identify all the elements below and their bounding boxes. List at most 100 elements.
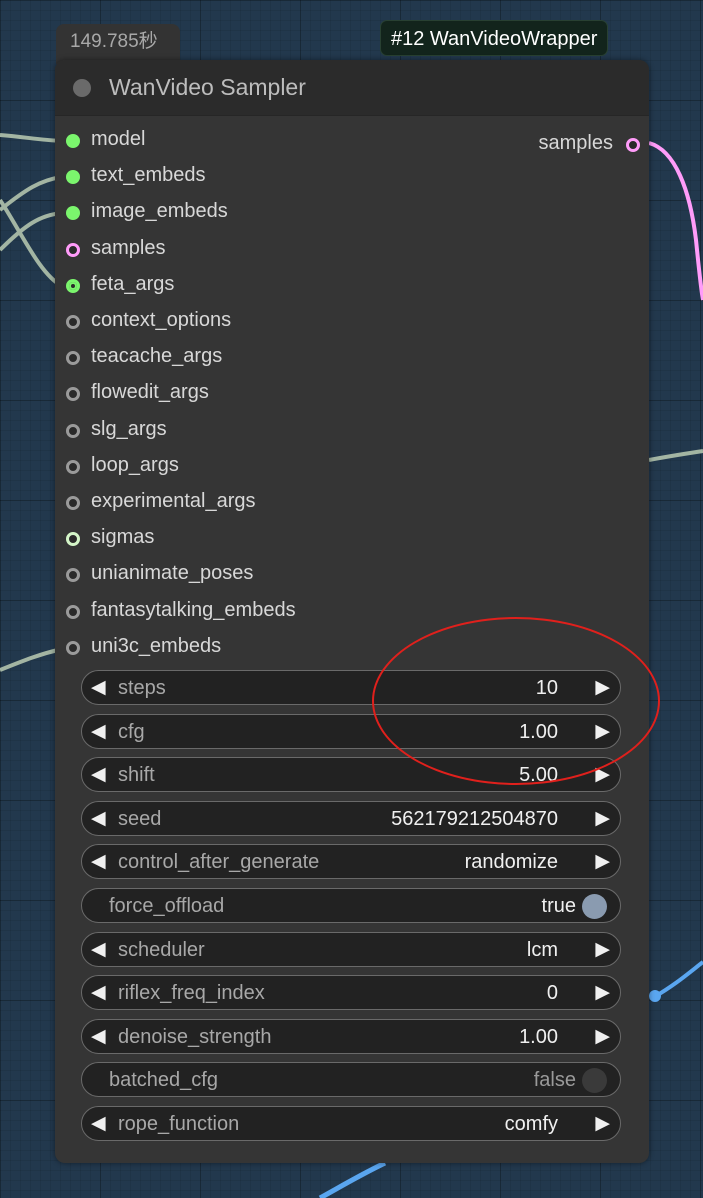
widget-value: false (533, 1069, 576, 1092)
slot-label: text_embeds (91, 164, 206, 187)
collapse-toggle-icon[interactable] (73, 79, 91, 97)
input-slot-slg-args[interactable]: slg_args (55, 416, 649, 446)
increment-arrow-icon[interactable]: ▶ (595, 720, 610, 743)
increment-arrow-icon[interactable]: ▶ (595, 938, 610, 961)
wire-blue-right (653, 960, 703, 999)
decrement-arrow-icon[interactable]: ◀ (91, 763, 106, 786)
node-id-badge: #12 WanVideoWrapper (380, 20, 609, 56)
input-slot-loop-args[interactable]: loop_args (55, 452, 649, 482)
slot-dot-icon[interactable] (66, 351, 80, 366)
wanvideo-sampler-node[interactable]: WanVideo Sampler samples model text_embed… (55, 60, 649, 1163)
slot-dot-icon[interactable] (66, 423, 80, 438)
slot-dot-icon[interactable] (66, 496, 80, 510)
input-slot-teacache-args[interactable]: teacache_args (55, 343, 649, 373)
slot-dot-icon[interactable] (66, 568, 80, 583)
increment-arrow-icon[interactable]: ▶ (595, 1025, 610, 1048)
increment-arrow-icon[interactable]: ▶ (595, 850, 610, 873)
slot-label: image_embeds (91, 200, 228, 223)
slot-label: model (91, 128, 146, 150)
increment-arrow-icon[interactable]: ▶ (595, 763, 610, 786)
input-slot-experimental-args[interactable]: experimental_args (55, 488, 649, 518)
widget-control-after-generate[interactable]: ◀ control_after_generate randomize ▶ (81, 844, 621, 880)
execution-time-label: 149.785秒 (56, 24, 180, 64)
widget-value: 562179212504870 (391, 807, 558, 830)
widget-label: riflex_freq_index (118, 982, 265, 1005)
slot-dot-icon[interactable] (66, 459, 80, 474)
slot-dot-icon[interactable] (66, 604, 80, 619)
toggle-knob-icon[interactable] (582, 1068, 607, 1094)
increment-arrow-icon[interactable]: ▶ (595, 807, 610, 830)
input-slot-context-options[interactable]: context_options (55, 307, 649, 337)
slot-dot-icon[interactable] (66, 640, 80, 655)
widget-steps[interactable]: ◀ steps 10 ▶ (81, 670, 621, 705)
slot-label: samples (91, 236, 166, 259)
input-slot-text-embeds[interactable]: text_embeds (55, 162, 649, 192)
slot-label: flowedit_args (91, 381, 209, 404)
widget-shift[interactable]: ◀ shift 5.00 ▶ (81, 757, 621, 793)
slot-label: feta_args (91, 272, 175, 295)
decrement-arrow-icon[interactable]: ◀ (91, 676, 106, 699)
slot-label: context_options (91, 309, 232, 331)
widget-rope-function[interactable]: ◀ rope_function comfy ▶ (81, 1106, 621, 1141)
widget-value: lcm (526, 938, 558, 961)
widget-label: scheduler (118, 938, 205, 961)
slot-label: sigmas (91, 526, 155, 549)
slot-label: loop_args (91, 453, 179, 476)
decrement-arrow-icon[interactable]: ◀ (91, 850, 106, 873)
toggle-knob-icon[interactable] (582, 894, 607, 919)
slot-dot-icon[interactable] (66, 387, 80, 402)
input-slot-model[interactable]: model (55, 126, 649, 156)
decrement-arrow-icon[interactable]: ◀ (91, 981, 106, 1004)
slot-dot-icon[interactable] (66, 532, 80, 547)
widget-value: 1.00 (519, 720, 558, 743)
widget-value: 0 (546, 982, 558, 1005)
increment-arrow-icon[interactable]: ▶ (595, 981, 610, 1004)
widget-label: steps (118, 677, 166, 699)
decrement-arrow-icon[interactable]: ◀ (91, 807, 106, 830)
input-slot-samples[interactable]: samples (55, 235, 649, 265)
widget-label: cfg (118, 720, 145, 743)
widget-batched-cfg[interactable]: batched_cfg false (81, 1062, 621, 1098)
slot-dot-icon[interactable] (66, 170, 80, 185)
widget-label: batched_cfg (109, 1069, 218, 1092)
widget-label: seed (118, 807, 162, 830)
slot-label: fantasytalking_embeds (91, 598, 296, 621)
widget-seed[interactable]: ◀ seed 562179212504870 ▶ (81, 800, 621, 836)
decrement-arrow-icon[interactable]: ◀ (91, 1112, 106, 1135)
widget-denoise-strength[interactable]: ◀ denoise_strength 1.00 ▶ (81, 1018, 621, 1054)
slot-label: teacache_args (91, 345, 223, 368)
input-slot-uni3c-embeds[interactable]: uni3c_embeds (55, 633, 649, 663)
increment-arrow-icon[interactable]: ▶ (595, 676, 610, 699)
input-slot-image-embeds[interactable]: image_embeds (55, 198, 649, 228)
node-title: WanVideo Sampler (109, 74, 306, 100)
widget-label: control_after_generate (118, 851, 320, 874)
widget-scheduler[interactable]: ◀ scheduler lcm ▶ (81, 931, 621, 967)
wire-samples-out (648, 141, 703, 301)
widget-value: comfy (504, 1113, 558, 1135)
input-slot-fantasytalking-embeds[interactable]: fantasytalking_embeds (55, 597, 649, 627)
decrement-arrow-icon[interactable]: ◀ (91, 1025, 106, 1048)
widget-label: shift (118, 764, 155, 787)
slot-label: unianimate_poses (91, 562, 254, 585)
input-slot-feta-args[interactable]: feta_args (55, 271, 649, 301)
wire-model (0, 133, 63, 143)
slot-dot-icon[interactable] (66, 242, 80, 257)
wire-blue-endpoint (649, 990, 661, 1002)
input-slot-unianimate-poses[interactable]: unianimate_poses (55, 560, 649, 590)
widget-value: true (541, 895, 576, 917)
widget-riflex-freq-index[interactable]: ◀ riflex_freq_index 0 ▶ (81, 975, 621, 1011)
wire-right-gray (648, 449, 703, 462)
increment-arrow-icon[interactable]: ▶ (595, 1112, 610, 1135)
slot-dot-icon[interactable] (66, 206, 80, 221)
slot-dot-icon[interactable] (66, 278, 80, 293)
decrement-arrow-icon[interactable]: ◀ (91, 720, 106, 743)
slot-dot-icon[interactable] (66, 315, 80, 329)
decrement-arrow-icon[interactable]: ◀ (91, 938, 106, 961)
widget-cfg[interactable]: ◀ cfg 1.00 ▶ (81, 713, 621, 749)
input-slot-sigmas[interactable]: sigmas (55, 524, 649, 554)
slot-label: uni3c_embeds (91, 634, 222, 657)
input-slot-flowedit-args[interactable]: flowedit_args (55, 379, 649, 409)
node-header[interactable]: WanVideo Sampler (55, 60, 649, 116)
widget-force-offload[interactable]: force_offload true (81, 888, 621, 923)
slot-dot-icon[interactable] (66, 134, 80, 148)
